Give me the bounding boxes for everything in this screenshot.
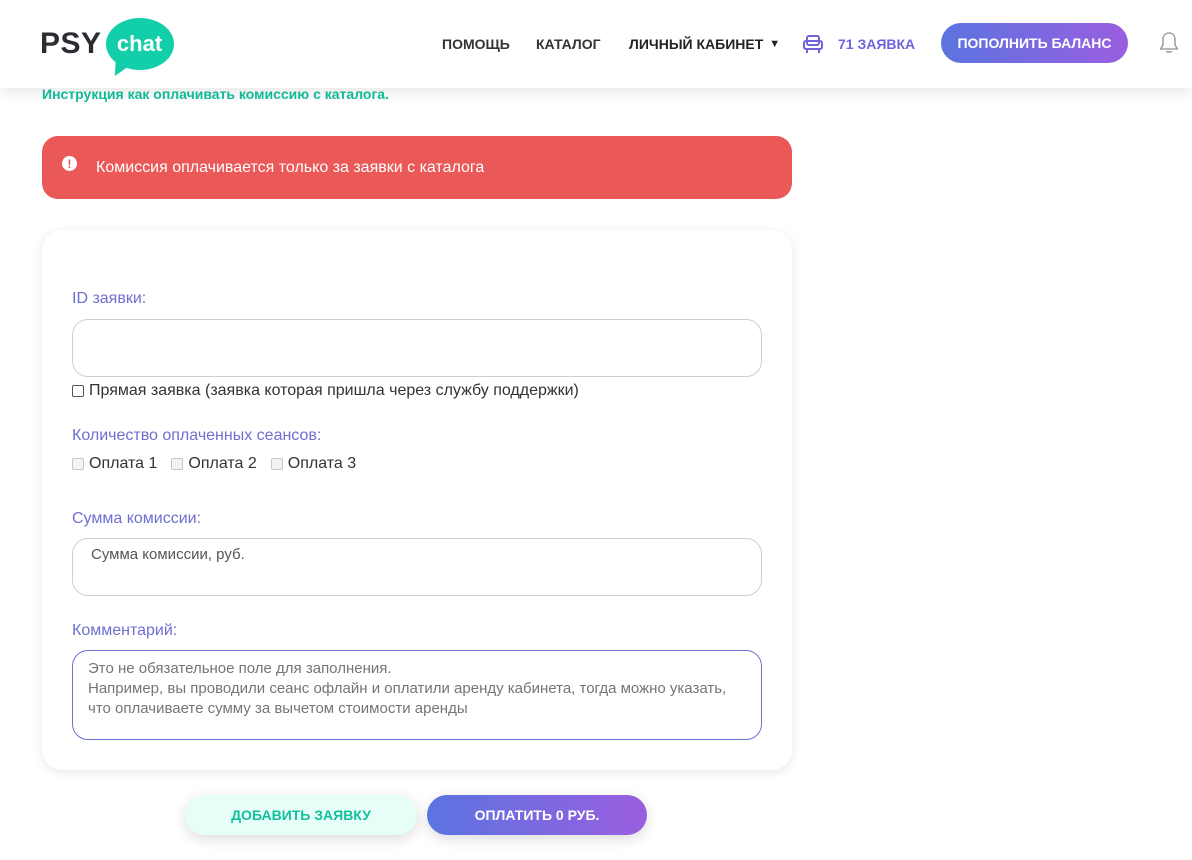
comment-label: Комментарий:	[72, 622, 178, 639]
armchair-icon	[803, 35, 823, 53]
session-option-2[interactable]: Оплата 2	[171, 455, 257, 473]
nav-help[interactable]: ПОМОЩЬ	[442, 0, 510, 88]
sessions-checkboxes: Оплата 1 Оплата 2 Оплата 3	[72, 455, 370, 473]
session-3-checkbox[interactable]	[270, 458, 283, 470]
alert-banner: ! Комиссия оплачивается только за заявки…	[42, 136, 792, 199]
add-request-button[interactable]: ДОБАВИТЬ ЗАЯВКУ	[185, 795, 417, 835]
commission-sum-input[interactable]	[72, 538, 762, 596]
site-header: PSY chat ПОМОЩЬ КАТАЛОГ ЛИЧНЫЙ КАБИНЕТ ▼…	[0, 0, 1192, 88]
session-3-label: Оплата 3	[287, 455, 357, 472]
nav-account-label: ЛИЧНЫЙ КАБИНЕТ	[629, 36, 764, 52]
sessions-label: Количество оплаченных сеансов:	[72, 427, 322, 444]
request-id-label: ID заявки:	[72, 290, 147, 307]
exclamation-icon: !	[62, 156, 77, 171]
direct-request-row[interactable]: Прямая заявка (заявка которая пришла чер…	[72, 382, 579, 400]
nav-catalog[interactable]: КАТАЛОГ	[536, 0, 601, 88]
requests-count: 71 ЗАЯВКА	[838, 36, 916, 52]
caret-down-icon: ▼	[769, 38, 781, 50]
session-option-3[interactable]: Оплата 3	[270, 455, 357, 473]
requests-link[interactable]: 71 ЗАЯВКА	[802, 0, 915, 88]
instruction-link[interactable]: Инструкция как оплачивать комиссию с кат…	[42, 86, 389, 102]
commission-form-card: ID заявки: Прямая заявка (заявка которая…	[42, 230, 792, 770]
logo[interactable]: PSY chat	[40, 13, 174, 81]
bell-icon[interactable]	[1158, 31, 1180, 55]
session-1-label: Оплата 1	[89, 455, 158, 472]
logo-chat-text: chat	[116, 31, 163, 56]
session-1-checkbox[interactable]	[72, 458, 84, 470]
session-2-label: Оплата 2	[188, 455, 257, 472]
session-option-1[interactable]: Оплата 1	[72, 455, 157, 473]
commission-sum-label: Сумма комиссии:	[72, 510, 202, 527]
chat-bubble-icon: chat	[105, 18, 174, 81]
direct-request-label: Прямая заявка (заявка которая пришла чер…	[89, 382, 579, 399]
topup-balance-button[interactable]: ПОПОЛНИТЬ БАЛАНС	[941, 23, 1128, 63]
request-id-input[interactable]	[72, 319, 762, 377]
alert-text: Комиссия оплачивается только за заявки с…	[96, 158, 485, 176]
nav-account-dropdown[interactable]: ЛИЧНЫЙ КАБИНЕТ ▼	[629, 0, 780, 88]
pay-button[interactable]: ОПЛАТИТЬ 0 РУБ.	[427, 795, 647, 835]
logo-psy-text: PSY	[40, 27, 102, 60]
comment-textarea[interactable]	[72, 650, 762, 740]
session-2-checkbox[interactable]	[171, 458, 184, 470]
direct-request-checkbox[interactable]	[72, 385, 84, 397]
